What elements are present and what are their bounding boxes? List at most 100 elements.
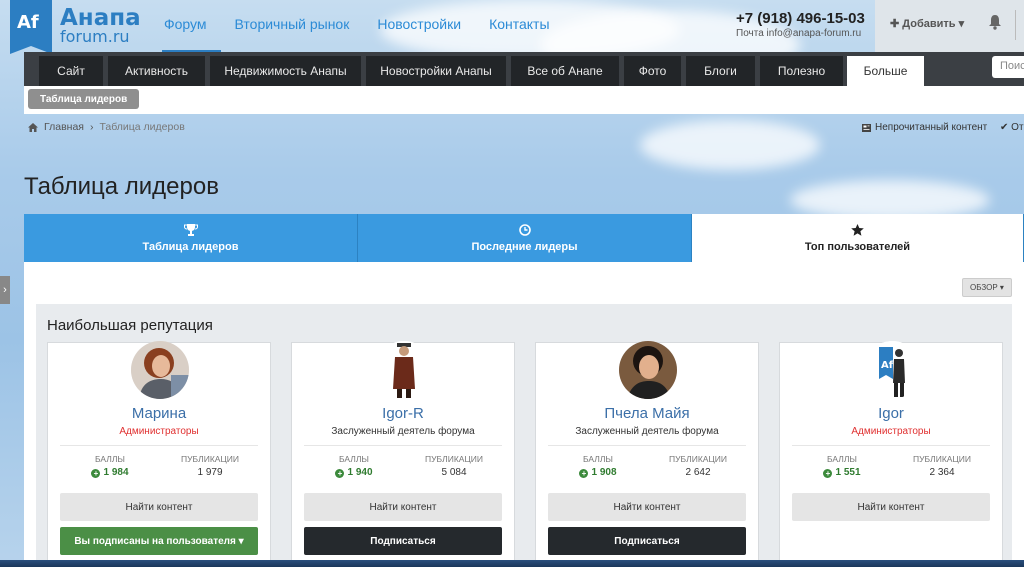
points-stat: БАЛЛЫ +1 940: [304, 454, 404, 478]
user-card: Igor-R Заслуженный деятель форума БАЛЛЫ …: [291, 341, 515, 567]
tab-useful[interactable]: Полезно: [760, 56, 843, 86]
user-bar: ✚ Добавить ▾: [875, 0, 1024, 52]
posts-label: ПУБЛИКАЦИИ: [913, 454, 971, 464]
main-nav: Форум Вторичный рынок Новостройки Контак…: [150, 0, 564, 52]
tab-about-anapa[interactable]: Все об Анапе: [511, 56, 619, 86]
divider: [60, 445, 258, 446]
clock-icon: [518, 223, 531, 236]
find-content-button[interactable]: Найти контент: [60, 493, 258, 521]
section-tabs: Сайт Активность Недвижимость Анапы Новос…: [24, 52, 1024, 86]
posts-stat: ПУБЛИКАЦИИ 2 364: [892, 454, 992, 478]
find-content-button[interactable]: Найти контент: [792, 493, 990, 521]
posts-label: ПУБЛИКАЦИИ: [181, 454, 239, 464]
site-header: Af Анапа forum.ru Форум Вторичный рынок …: [0, 0, 1024, 54]
phone-number[interactable]: +7 (918) 496-15-03: [736, 10, 865, 27]
user-name[interactable]: Пчела Майя: [536, 405, 758, 422]
search-input[interactable]: Поис: [992, 56, 1024, 78]
posts-value: 2 642: [685, 467, 711, 478]
points-value: 1 551: [835, 467, 861, 478]
avatar[interactable]: Af: [863, 341, 921, 399]
divider: [304, 445, 502, 446]
avatar[interactable]: [375, 341, 433, 399]
bell-icon[interactable]: [988, 14, 1002, 30]
subscribed-button[interactable]: Вы подписаны на пользователя ▾: [60, 527, 258, 555]
divider: [792, 445, 990, 446]
points-stat: БАЛЛЫ +1 551: [792, 454, 892, 478]
home-icon: [28, 122, 38, 132]
os-taskbar: [0, 560, 1024, 567]
unread-label: Непрочитанный контент: [875, 122, 988, 133]
nav-secondary-market[interactable]: Вторичный рынок: [221, 0, 364, 52]
divider: [548, 445, 746, 446]
logo-mark[interactable]: Af: [10, 0, 52, 54]
tab-activity[interactable]: Активность: [108, 56, 205, 86]
posts-value: 5 084: [441, 467, 467, 478]
posts-stat: ПУБЛИКАЦИИ 5 084: [404, 454, 504, 478]
avatar[interactable]: [619, 341, 677, 399]
find-content-button[interactable]: Найти контент: [304, 493, 502, 521]
user-name[interactable]: Марина: [48, 405, 270, 422]
section-title: Наибольшая репутация: [47, 317, 213, 334]
tab-real-estate[interactable]: Недвижимость Анапы: [210, 56, 361, 86]
subscribe-button[interactable]: Подписаться: [304, 527, 502, 555]
nav-new-buildings[interactable]: Новостройки: [363, 0, 475, 52]
star-icon: [851, 223, 864, 236]
plus-icon: +: [335, 469, 345, 478]
contact-email[interactable]: Почта info@anapa-forum.ru: [736, 28, 861, 39]
tab-new-buildings[interactable]: Новостройки Анапы: [366, 56, 506, 86]
user-card: Пчела Майя Заслуженный деятель форума БА…: [535, 341, 759, 567]
unread-content-link[interactable]: Непрочитанный контент: [862, 122, 987, 133]
chevron-right-icon: ›: [89, 121, 94, 133]
find-content-button[interactable]: Найти контент: [548, 493, 746, 521]
breadcrumb-current: Таблица лидеров: [99, 121, 185, 133]
tab-top-users[interactable]: Топ пользователей: [692, 214, 1024, 262]
tab-photo[interactable]: Фото: [624, 56, 681, 86]
tab-more[interactable]: Больше: [847, 56, 924, 86]
user-card: Af Igor Администраторы БАЛЛЫ +1 551 ПУБЛ…: [779, 341, 1003, 567]
points-value: 1 908: [591, 467, 617, 478]
page-title: Таблица лидеров: [24, 173, 219, 200]
posts-label: ПУБЛИКАЦИИ: [669, 454, 727, 464]
plus-icon: +: [579, 469, 589, 478]
user-name[interactable]: Igor: [780, 405, 1002, 422]
divider: [1015, 10, 1016, 40]
plus-icon: +: [91, 469, 101, 478]
posts-value: 1 979: [197, 467, 223, 478]
avatar[interactable]: [131, 341, 189, 399]
tab-leaderboard[interactable]: Таблица лидеров: [24, 214, 358, 262]
user-group: Администраторы: [851, 426, 931, 437]
user-group: Заслуженный деятель форума: [331, 426, 475, 437]
overview-dropdown[interactable]: ОБЗОР ▾: [962, 278, 1012, 297]
trophy-icon: [183, 223, 198, 236]
leaderboard-content: ОБЗОР ▾ Наибольшая репутация Марина Адми…: [24, 262, 1024, 567]
points-label: БАЛЛЫ: [583, 454, 613, 464]
mark-read-link[interactable]: ✔ От: [1000, 122, 1024, 133]
tab-label: Топ пользователей: [804, 240, 911, 253]
chevron-right-icon[interactable]: ›: [0, 276, 10, 304]
leaderboard-tabs: Таблица лидеров Последние лидеры Топ пол…: [24, 214, 1024, 262]
breadcrumb-home[interactable]: Главная: [44, 121, 84, 133]
user-group: Заслуженный деятель форума: [575, 426, 719, 437]
tab-label: Последние лидеры: [471, 240, 578, 253]
points-label: БАЛЛЫ: [827, 454, 857, 464]
points-stat: БАЛЛЫ +1 984: [60, 454, 160, 478]
svg-text:Af: Af: [881, 360, 894, 371]
subscribe-button[interactable]: Подписаться: [548, 527, 746, 555]
points-label: БАЛЛЫ: [95, 454, 125, 464]
logo-subtitle[interactable]: forum.ru: [60, 27, 130, 46]
add-button[interactable]: ✚ Добавить ▾: [890, 17, 964, 30]
check-icon: ✔: [1000, 122, 1009, 133]
top-reputation-section: Наибольшая репутация Марина Администрато…: [36, 304, 1012, 567]
nav-contacts[interactable]: Контакты: [475, 0, 563, 52]
nav-forum[interactable]: Форум: [150, 0, 221, 52]
tab-site[interactable]: Сайт: [39, 56, 103, 86]
tab-label: Таблица лидеров: [142, 240, 239, 253]
tab-recent-leaders[interactable]: Последние лидеры: [358, 214, 692, 262]
subnav-leaderboard[interactable]: Таблица лидеров: [28, 89, 140, 109]
points-value: 1 940: [347, 467, 373, 478]
tab-blogs[interactable]: Блоги: [686, 56, 755, 86]
posts-value: 2 364: [929, 467, 955, 478]
posts-label: ПУБЛИКАЦИИ: [425, 454, 483, 464]
posts-stat: ПУБЛИКАЦИИ 2 642: [648, 454, 748, 478]
user-name[interactable]: Igor-R: [292, 405, 514, 422]
